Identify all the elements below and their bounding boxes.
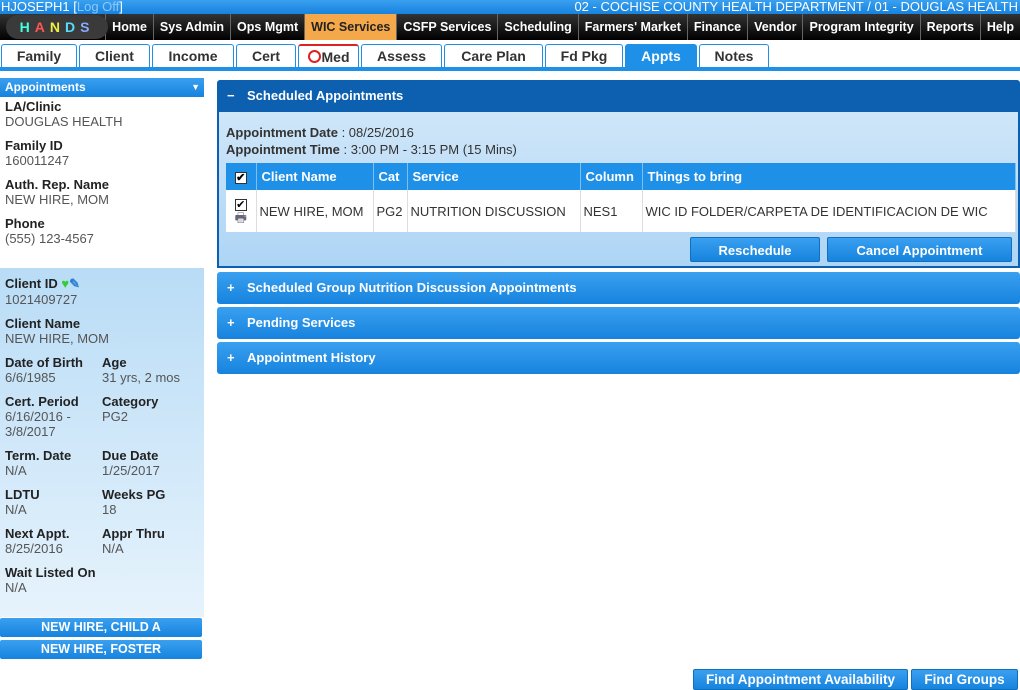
next-appt: 8/25/2016 bbox=[5, 541, 63, 556]
nav-program-integrity[interactable]: Program Integrity bbox=[802, 14, 919, 40]
nav-home[interactable]: Home bbox=[105, 14, 153, 40]
scheduled-appointments-header[interactable]: − Scheduled Appointments bbox=[217, 80, 1020, 112]
tab-client[interactable]: Client bbox=[79, 44, 150, 67]
reschedule-button[interactable]: Reschedule bbox=[690, 237, 820, 262]
nav-vendor[interactable]: Vendor bbox=[747, 14, 802, 40]
find-groups-button[interactable]: Find Groups bbox=[911, 669, 1018, 690]
nav-ops-mgmt[interactable]: Ops Mgmt bbox=[230, 14, 304, 40]
expand-icon: + bbox=[227, 350, 235, 365]
tab-med[interactable]: Med bbox=[298, 44, 359, 67]
username: HJOSEPH1 bbox=[1, 0, 70, 14]
tab-assess[interactable]: Assess bbox=[361, 44, 442, 67]
appr-thru: N/A bbox=[102, 541, 124, 556]
sidebar-dropdown[interactable]: Appointments ▼ bbox=[0, 78, 204, 97]
main-nav: HANDS Home Sys Admin Ops Mgmt WIC Servic… bbox=[0, 14, 1020, 40]
client-id: 1021409727 bbox=[5, 292, 78, 307]
expand-icon: + bbox=[227, 280, 235, 295]
appointments-table: ✔ Client Name Cat Service Column Things … bbox=[226, 163, 1016, 232]
hands-logo[interactable]: HANDS bbox=[6, 15, 108, 39]
tab-fd-pkg[interactable]: Fd Pkg bbox=[545, 44, 623, 67]
nav-finance[interactable]: Finance bbox=[686, 14, 747, 40]
nav-help[interactable]: Help bbox=[979, 14, 1020, 40]
family-member-button[interactable]: NEW HIRE, CHILD A bbox=[0, 618, 202, 637]
nav-sys-admin[interactable]: Sys Admin bbox=[152, 14, 230, 40]
nav-reports[interactable]: Reports bbox=[919, 14, 980, 40]
client-name: NEW HIRE, MOM bbox=[5, 331, 109, 346]
cert-period: 6/16/2016 - 3/8/2017 bbox=[5, 409, 71, 439]
ldtu: N/A bbox=[5, 502, 27, 517]
appointment-history-section[interactable]: + Appointment History bbox=[217, 342, 1020, 374]
tab-notes[interactable]: Notes bbox=[699, 44, 769, 67]
age: 31 yrs, 2 mos bbox=[102, 370, 181, 385]
weeks-pg: 18 bbox=[102, 502, 117, 517]
phone: (555) 123-4567 bbox=[5, 231, 94, 246]
family-member-button[interactable]: NEW HIRE, FOSTER bbox=[0, 640, 202, 659]
select-all-checkbox[interactable]: ✔ bbox=[234, 172, 247, 184]
heart-icon: ♥ bbox=[61, 276, 70, 291]
category: PG2 bbox=[102, 409, 129, 424]
tab-care-plan[interactable]: Care Plan bbox=[444, 44, 543, 67]
printer-icon[interactable]: 🖶 bbox=[235, 210, 247, 225]
appointments-main: − Scheduled Appointments Appointment Date… bbox=[217, 80, 1020, 374]
la-clinic: DOUGLAS HEALTH bbox=[5, 114, 123, 129]
appointment-time: 3:00 PM - 3:15 PM (15 Mins) bbox=[350, 142, 517, 157]
top-bar: HJOSEPH1 [Log Off] 02 - COCHISE COUNTY H… bbox=[0, 0, 1020, 14]
logoff-link[interactable]: Log Off bbox=[77, 0, 119, 14]
group-nutrition-section[interactable]: + Scheduled Group Nutrition Discussion Ap… bbox=[217, 272, 1020, 304]
nav-csfp-services[interactable]: CSFP Services bbox=[396, 14, 497, 40]
nav-wic-services[interactable]: WIC Services bbox=[304, 14, 397, 40]
tab-cert[interactable]: Cert bbox=[236, 44, 296, 67]
family-id: 160011247 bbox=[5, 153, 70, 168]
department: 02 - COCHISE COUNTY HEALTH DEPARTMENT / … bbox=[574, 0, 1018, 14]
nav-farmers-market[interactable]: Farmers' Market bbox=[577, 14, 687, 40]
auth-rep-name: NEW HIRE, MOM bbox=[5, 192, 109, 207]
chevron-down-icon: ▼ bbox=[191, 82, 200, 92]
client-sidebar: Appointments ▼ LA/Clinic DOUGLAS HEALTH Fa… bbox=[0, 78, 204, 662]
pending-services-section[interactable]: + Pending Services bbox=[217, 307, 1020, 339]
edit-pencil-icon[interactable]: ✎ bbox=[69, 276, 80, 291]
appointment-date: 08/25/2016 bbox=[348, 125, 414, 140]
due-date: 1/25/2017 bbox=[102, 463, 160, 478]
cancel-appointment-button[interactable]: Cancel Appointment bbox=[827, 237, 1012, 262]
expand-icon: + bbox=[227, 315, 235, 330]
date-of-birth: 6/6/1985 bbox=[5, 370, 56, 385]
find-appointment-availability-button[interactable]: Find Appointment Availability bbox=[693, 669, 908, 690]
tab-appts[interactable]: Appts bbox=[625, 44, 697, 67]
wait-listed-on: N/A bbox=[5, 580, 27, 595]
client-tabs: Family Client Income Cert Med Assess Car… bbox=[0, 44, 1020, 71]
nav-scheduling[interactable]: Scheduling bbox=[497, 14, 577, 40]
collapse-icon: − bbox=[227, 88, 235, 103]
tab-income[interactable]: Income bbox=[152, 44, 234, 67]
tab-family[interactable]: Family bbox=[1, 44, 77, 67]
term-date: N/A bbox=[5, 463, 27, 478]
medical-alert-icon bbox=[307, 50, 321, 63]
table-row: ✔ 🖶 NEW HIRE, MOM PG2 NUTRITION DISCUSSIO… bbox=[226, 190, 1016, 232]
